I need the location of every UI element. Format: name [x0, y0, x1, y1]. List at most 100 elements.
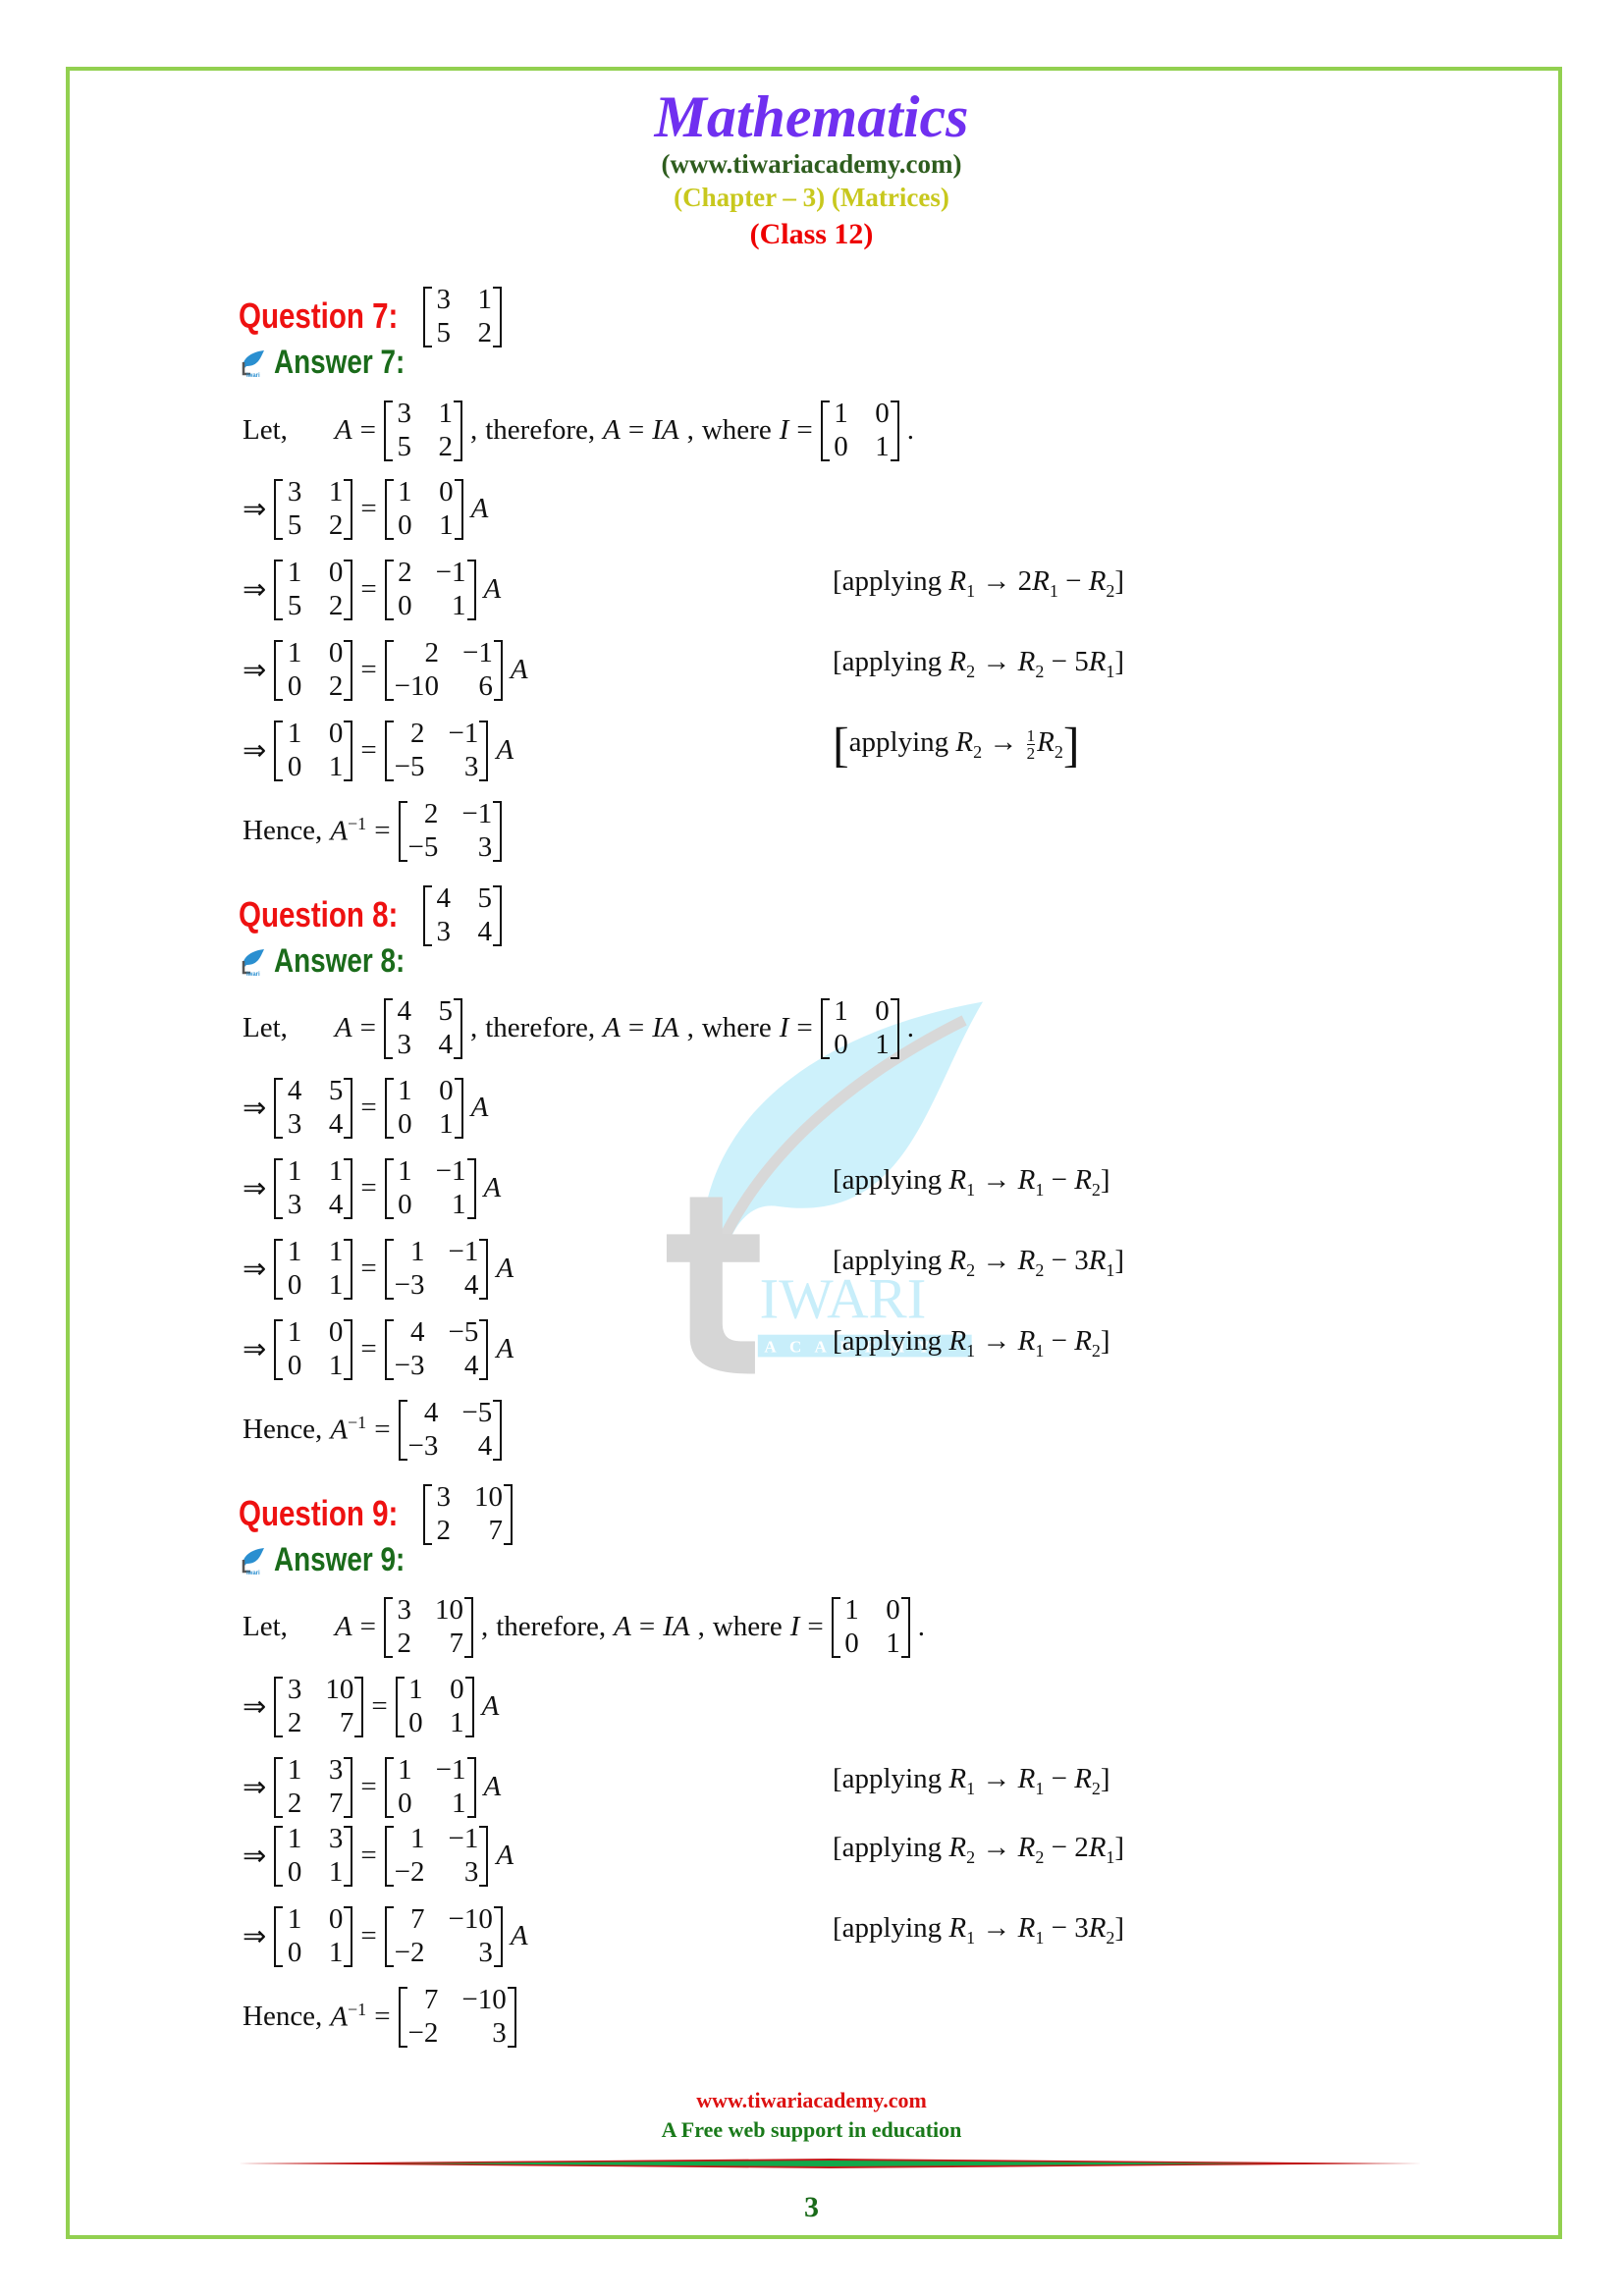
var-i: I: [779, 1011, 789, 1043]
matrix-cell: 3: [436, 1481, 452, 1513]
equals-sign: =: [360, 1091, 377, 1123]
matrix-cell: 10: [474, 1481, 504, 1513]
rhs-matrix: 4 −5 −3 4: [384, 1315, 489, 1382]
footer-url[interactable]: www.tiwariacademy.com: [0, 2088, 1623, 2113]
equals-sign: =: [796, 413, 813, 446]
matrix-cell: 2: [328, 670, 344, 702]
matrix-cell: 1: [398, 1754, 412, 1786]
matrix-cell: −10: [461, 1984, 507, 2015]
var-ia: IA: [652, 413, 679, 446]
equals-sign: =: [638, 1610, 656, 1642]
let-text: Let,: [243, 1610, 288, 1642]
answer-label: Answer 7:: [274, 344, 406, 381]
matrix-cell: 1: [452, 1189, 466, 1220]
equals-sign: =: [807, 1610, 824, 1642]
lhs-matrix: 1001: [274, 1902, 353, 1969]
var-ia: IA: [663, 1610, 690, 1642]
question-matrix: 3152: [423, 283, 503, 349]
row-operation: [applying R1 → R1 − R2]: [833, 1164, 1110, 1200]
reduction-step: ⇒ 1 1 3 4 = 1 −1 0 1 A: [239, 1154, 505, 1221]
where-text: where: [701, 1011, 772, 1043]
therefore-text: therefore,: [496, 1610, 607, 1642]
matrix-cell: −10: [448, 1903, 493, 1935]
matrix-cell: 10: [325, 1674, 354, 1705]
equals-sign: =: [360, 653, 377, 685]
matrix-cell: 0: [398, 1108, 412, 1140]
equals-sign: =: [374, 814, 391, 846]
matrix-cell: 0: [886, 1594, 900, 1626]
equals-sign: =: [360, 1770, 377, 1802]
comma: ,: [686, 413, 694, 446]
var-a: A: [496, 733, 514, 766]
matrix-cell: 0: [834, 1029, 848, 1060]
matrix-cell: 4: [410, 1316, 425, 1348]
implies-icon: ⇒: [243, 493, 267, 525]
matrix-cell: 3: [287, 1189, 302, 1220]
matrix-cell: 1: [408, 1674, 423, 1705]
var-i: I: [779, 413, 789, 446]
rhs-matrix: 1001: [384, 475, 463, 542]
matrix-cell: 1: [287, 637, 302, 668]
var-a: A: [330, 1414, 349, 1446]
header-chapter: (Chapter – 3) (Matrices): [674, 183, 949, 212]
var-a: A: [483, 1171, 502, 1203]
matrix-cell: 0: [328, 637, 344, 668]
lhs-matrix: 1052: [274, 556, 353, 622]
tiwari-leaf-icon: iwari: [239, 947, 266, 978]
var-a: A: [481, 1689, 500, 1722]
matrix-cell: 0: [875, 398, 890, 429]
footer-tagline: A Free web support in education: [661, 2117, 962, 2142]
matrix-cell: 10: [434, 1594, 463, 1626]
matrix-cell: 2: [423, 798, 439, 829]
inverse-superscript: −1: [348, 1999, 367, 2019]
matrix-cell: 4: [438, 1029, 453, 1060]
matrix-cell: −5: [461, 1397, 493, 1428]
equals-sign: =: [374, 1413, 391, 1445]
equals-sign: =: [627, 413, 645, 446]
var-a: A: [510, 653, 528, 685]
var-a: A: [496, 1332, 514, 1364]
matrix-cell: 2: [424, 637, 440, 668]
matrix-cell: 1: [328, 1937, 344, 1968]
let-statement: Let, A = 3 1 5 2, therefore, A = IA, where I = 1 0 0 1.: [239, 397, 918, 463]
matrix-cell: 4: [463, 1350, 479, 1381]
matrix-cell: 1: [287, 1903, 302, 1935]
equals-sign: =: [359, 1011, 376, 1043]
matrix-cell: 2: [438, 431, 453, 462]
var-a: A: [334, 413, 352, 446]
rhs-matrix: 1 −1 −2 3: [384, 1822, 489, 1889]
var-ia: IA: [652, 1011, 679, 1043]
rhs-matrix: 1 −1 0 1: [384, 1154, 476, 1221]
matrix-cell: 3: [287, 476, 302, 507]
matrix-cell: 0: [287, 1350, 302, 1381]
reduction-step: ⇒ 1 1 0 1 = 1 −1 −3 4 A: [239, 1235, 517, 1302]
matrix-cell: 3: [436, 916, 452, 947]
matrix-cell: 1: [438, 398, 453, 429]
rhs-matrix: 1 −1 −3 4: [384, 1235, 489, 1302]
row-operation: [applying R1 → 2R1 − R2]: [833, 565, 1125, 601]
matrix-cell: −3: [394, 1269, 425, 1301]
where-text: where: [701, 413, 772, 446]
matrix-cell: −5: [448, 1316, 479, 1348]
period: .: [906, 413, 914, 446]
svg-text:iwari: iwari: [246, 972, 260, 977]
let-text: Let,: [243, 1011, 288, 1043]
matrix-cell: 3: [492, 2017, 507, 2049]
identity-matrix: 1001: [820, 397, 899, 463]
matrix-cell: 3: [478, 1937, 493, 1968]
equals-sign: =: [360, 1252, 377, 1284]
rhs-matrix: 1001: [384, 1074, 463, 1141]
matrix-cell: −1: [435, 557, 466, 588]
inverse-superscript: −1: [348, 813, 367, 833]
matrix-cell: 0: [439, 1075, 454, 1106]
matrix-cell: −1: [448, 1236, 479, 1267]
lhs-matrix: 4534: [274, 1074, 353, 1141]
matrix-cell: 7: [488, 1515, 504, 1546]
matrix-cell: −2: [394, 1856, 425, 1888]
equals-sign: =: [360, 492, 377, 524]
row-operation: [applying R2 → R2 − 2R1]: [833, 1832, 1125, 1867]
reduction-step: ⇒ 1 3 2 7 = 1 −1 0 1 A: [239, 1753, 505, 1820]
matrix-cell: 1: [452, 590, 466, 621]
matrix-cell: −3: [407, 1430, 439, 1462]
row-operation: [applying R2 → R2 − 3R1]: [833, 1245, 1125, 1280]
